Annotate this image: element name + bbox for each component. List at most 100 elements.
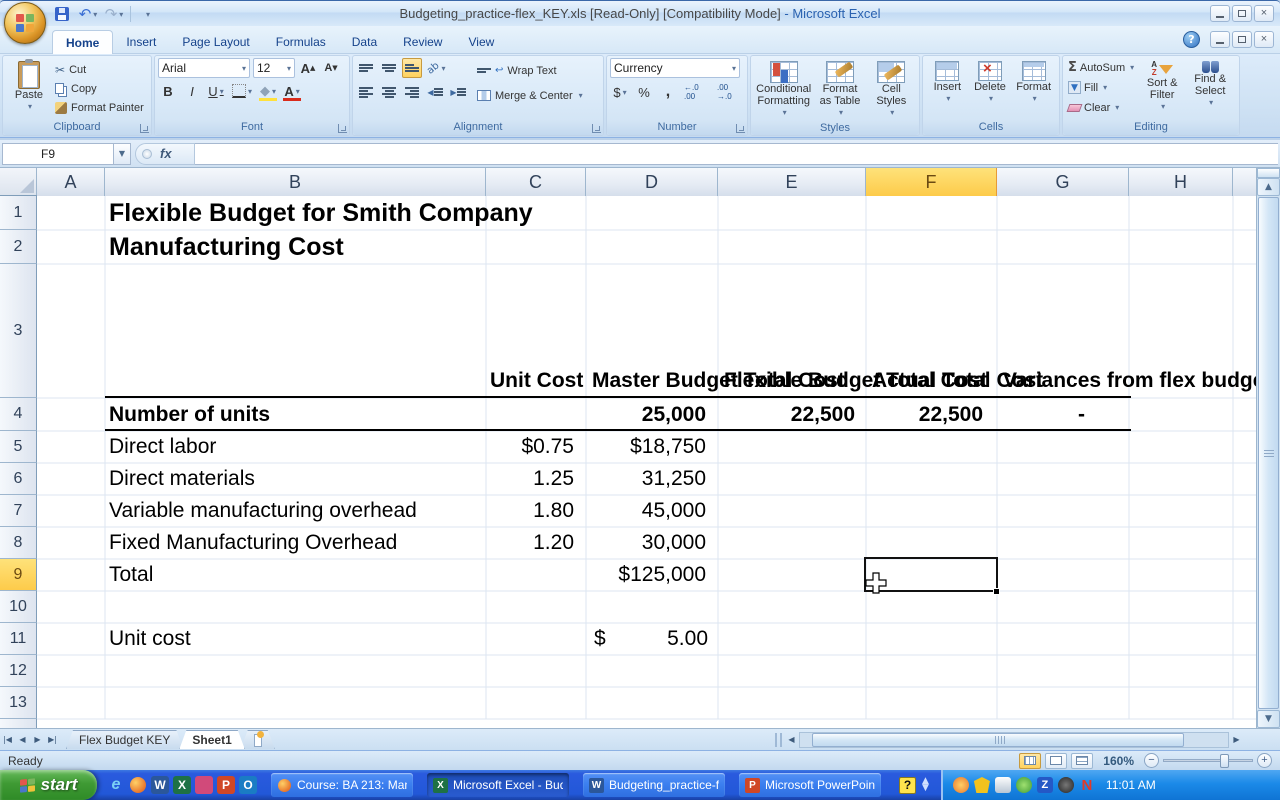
page-break-view-button[interactable] <box>1071 753 1093 769</box>
start-button[interactable]: start <box>0 770 97 800</box>
help-notification-icon[interactable]: ? <box>899 777 916 794</box>
split-handle[interactable] <box>1257 168 1280 178</box>
cell-D6[interactable]: 31,250 <box>586 463 706 495</box>
cell-G4[interactable]: - <box>997 398 1085 431</box>
cut-button[interactable]: ✂Cut <box>52 60 147 79</box>
scroll-down-button[interactable]: ▼ <box>1257 710 1280 728</box>
cell-D8[interactable]: 30,000 <box>586 527 706 559</box>
normal-view-button[interactable] <box>1019 753 1041 769</box>
row-header-10[interactable]: 10 <box>0 591 37 623</box>
workbook-minimize-button[interactable] <box>1210 31 1230 48</box>
top-align-button[interactable] <box>356 58 376 78</box>
font-color-button[interactable]: A <box>282 81 302 101</box>
dialog-launcher-icon[interactable] <box>592 124 601 133</box>
row-header-8[interactable]: 8 <box>0 527 37 559</box>
last-sheet-button[interactable]: ▶| <box>45 732 60 748</box>
row-header-2[interactable]: 2 <box>0 230 37 264</box>
taskbar-button-firefox[interactable]: Course: BA 213: Man... <box>271 773 413 797</box>
tray-clock-icon[interactable] <box>1058 777 1074 793</box>
format-painter-button[interactable]: Format Painter <box>52 98 147 117</box>
row-header-4[interactable]: 4 <box>0 398 37 431</box>
excel-icon[interactable]: X <box>173 776 191 794</box>
tray-messenger-icon[interactable] <box>953 777 969 793</box>
zoom-out-button[interactable]: − <box>1144 753 1159 768</box>
paste-button[interactable]: Paste <box>6 58 52 118</box>
first-sheet-button[interactable]: |◀ <box>0 732 15 748</box>
insert-cells-button[interactable]: Insert <box>926 58 968 118</box>
row-header-11[interactable]: 11 <box>0 623 37 655</box>
zoom-slider-thumb[interactable] <box>1220 754 1229 768</box>
format-as-table-button[interactable]: Format as Table <box>814 58 866 119</box>
tray-shield-icon[interactable] <box>974 777 990 793</box>
row-header-3[interactable]: 3 <box>0 264 37 398</box>
cell-D5[interactable]: $18,750 <box>586 431 706 463</box>
next-sheet-button[interactable]: ▶ <box>30 732 45 748</box>
select-all-corner[interactable] <box>0 168 37 195</box>
autosum-button[interactable]: ΣAutoSum <box>1066 58 1136 77</box>
column-header-c[interactable]: C <box>486 168 586 196</box>
cell-E4[interactable]: 22,500 <box>718 398 855 431</box>
row-header-1[interactable]: 1 <box>0 196 37 230</box>
decrease-indent-button[interactable]: ◀ <box>425 82 445 102</box>
column-header-f[interactable]: F <box>866 168 997 196</box>
tab-split-handle[interactable] <box>775 733 782 747</box>
cell-B9[interactable]: Total <box>109 559 486 591</box>
cell-B7[interactable]: Variable manufacturing overhead <box>109 495 486 527</box>
tab-page-layout[interactable]: Page Layout <box>169 30 262 54</box>
cell-E3[interactable]: Flexible Budget Total Cost <box>724 264 866 398</box>
vertical-scroll-thumb[interactable] <box>1258 197 1279 709</box>
passwords-icon[interactable] <box>195 776 213 794</box>
help-button[interactable]: ? <box>1183 31 1200 48</box>
cell-B2[interactable]: Manufacturing Cost <box>109 230 709 264</box>
zoom-in-button[interactable]: + <box>1257 753 1272 768</box>
prev-sheet-button[interactable]: ◀ <box>15 732 30 748</box>
powerpoint-icon[interactable]: P <box>217 776 235 794</box>
increase-indent-button[interactable]: ▶ <box>448 82 468 102</box>
insert-worksheet-tab[interactable] <box>241 730 275 749</box>
find-select-button[interactable]: Find & Select <box>1188 58 1232 118</box>
firefox-icon[interactable] <box>129 776 147 794</box>
decrease-decimal-button[interactable]: .00 →.0 <box>715 82 744 102</box>
scroll-left-button[interactable]: ◀ <box>784 732 799 748</box>
tab-home[interactable]: Home <box>52 30 113 54</box>
sheet-tab-flex-budget-key[interactable]: Flex Budget KEY <box>66 730 183 749</box>
cell-D9[interactable]: $125,000 <box>586 559 706 591</box>
dialog-launcher-icon[interactable] <box>338 124 347 133</box>
align-right-button[interactable] <box>402 82 422 102</box>
tray-netware-icon[interactable]: N <box>1079 777 1095 793</box>
cell-C5[interactable]: $0.75 <box>486 431 574 463</box>
cell-F4[interactable]: 22,500 <box>866 398 983 431</box>
underline-button[interactable]: U <box>206 81 226 101</box>
sheet-tab-sheet1[interactable]: Sheet1 <box>179 730 244 749</box>
number-format-combo[interactable]: Currency <box>610 58 740 78</box>
wrap-text-button[interactable]: ↩Wrap Text <box>474 61 586 80</box>
tray-zone-icon[interactable]: Z <box>1037 777 1053 793</box>
tab-data[interactable]: Data <box>339 30 390 54</box>
grow-font-button[interactable]: A▲ <box>298 58 318 78</box>
copy-button[interactable]: Copy <box>52 79 147 98</box>
comma-style-button[interactable]: , <box>658 82 678 102</box>
row-header-12[interactable]: 12 <box>0 655 37 687</box>
conditional-formatting-button[interactable]: Conditional Formatting <box>755 58 813 119</box>
column-header-e[interactable]: E <box>718 168 866 196</box>
fill-color-button[interactable]: ◆ <box>258 81 278 101</box>
middle-align-button[interactable] <box>379 58 399 78</box>
cell-C6[interactable]: 1.25 <box>486 463 574 495</box>
bottom-align-button[interactable] <box>402 58 422 78</box>
cell-B8[interactable]: Fixed Manufacturing Overhead <box>109 527 486 559</box>
scroll-right-button[interactable]: ▶ <box>1229 732 1244 748</box>
percent-style-button[interactable]: % <box>634 82 654 102</box>
word-icon[interactable]: W <box>151 776 169 794</box>
merge-center-button[interactable]: Merge & Center <box>474 86 586 105</box>
orientation-button[interactable]: ab <box>425 58 448 78</box>
font-size-combo[interactable]: 12 <box>253 58 295 78</box>
row-header-5[interactable]: 5 <box>0 431 37 463</box>
dialog-launcher-icon[interactable] <box>736 124 745 133</box>
tray-volume-icon[interactable] <box>995 777 1011 793</box>
tab-formulas[interactable]: Formulas <box>263 30 339 54</box>
cell-B11[interactable]: Unit cost <box>109 623 486 655</box>
taskbar-button-powerpoint[interactable]: P Microsoft PowerPoint ... <box>739 773 881 797</box>
workbook-restore-button[interactable] <box>1232 31 1252 48</box>
column-header-h[interactable]: H <box>1129 168 1233 196</box>
tab-review[interactable]: Review <box>390 30 455 54</box>
